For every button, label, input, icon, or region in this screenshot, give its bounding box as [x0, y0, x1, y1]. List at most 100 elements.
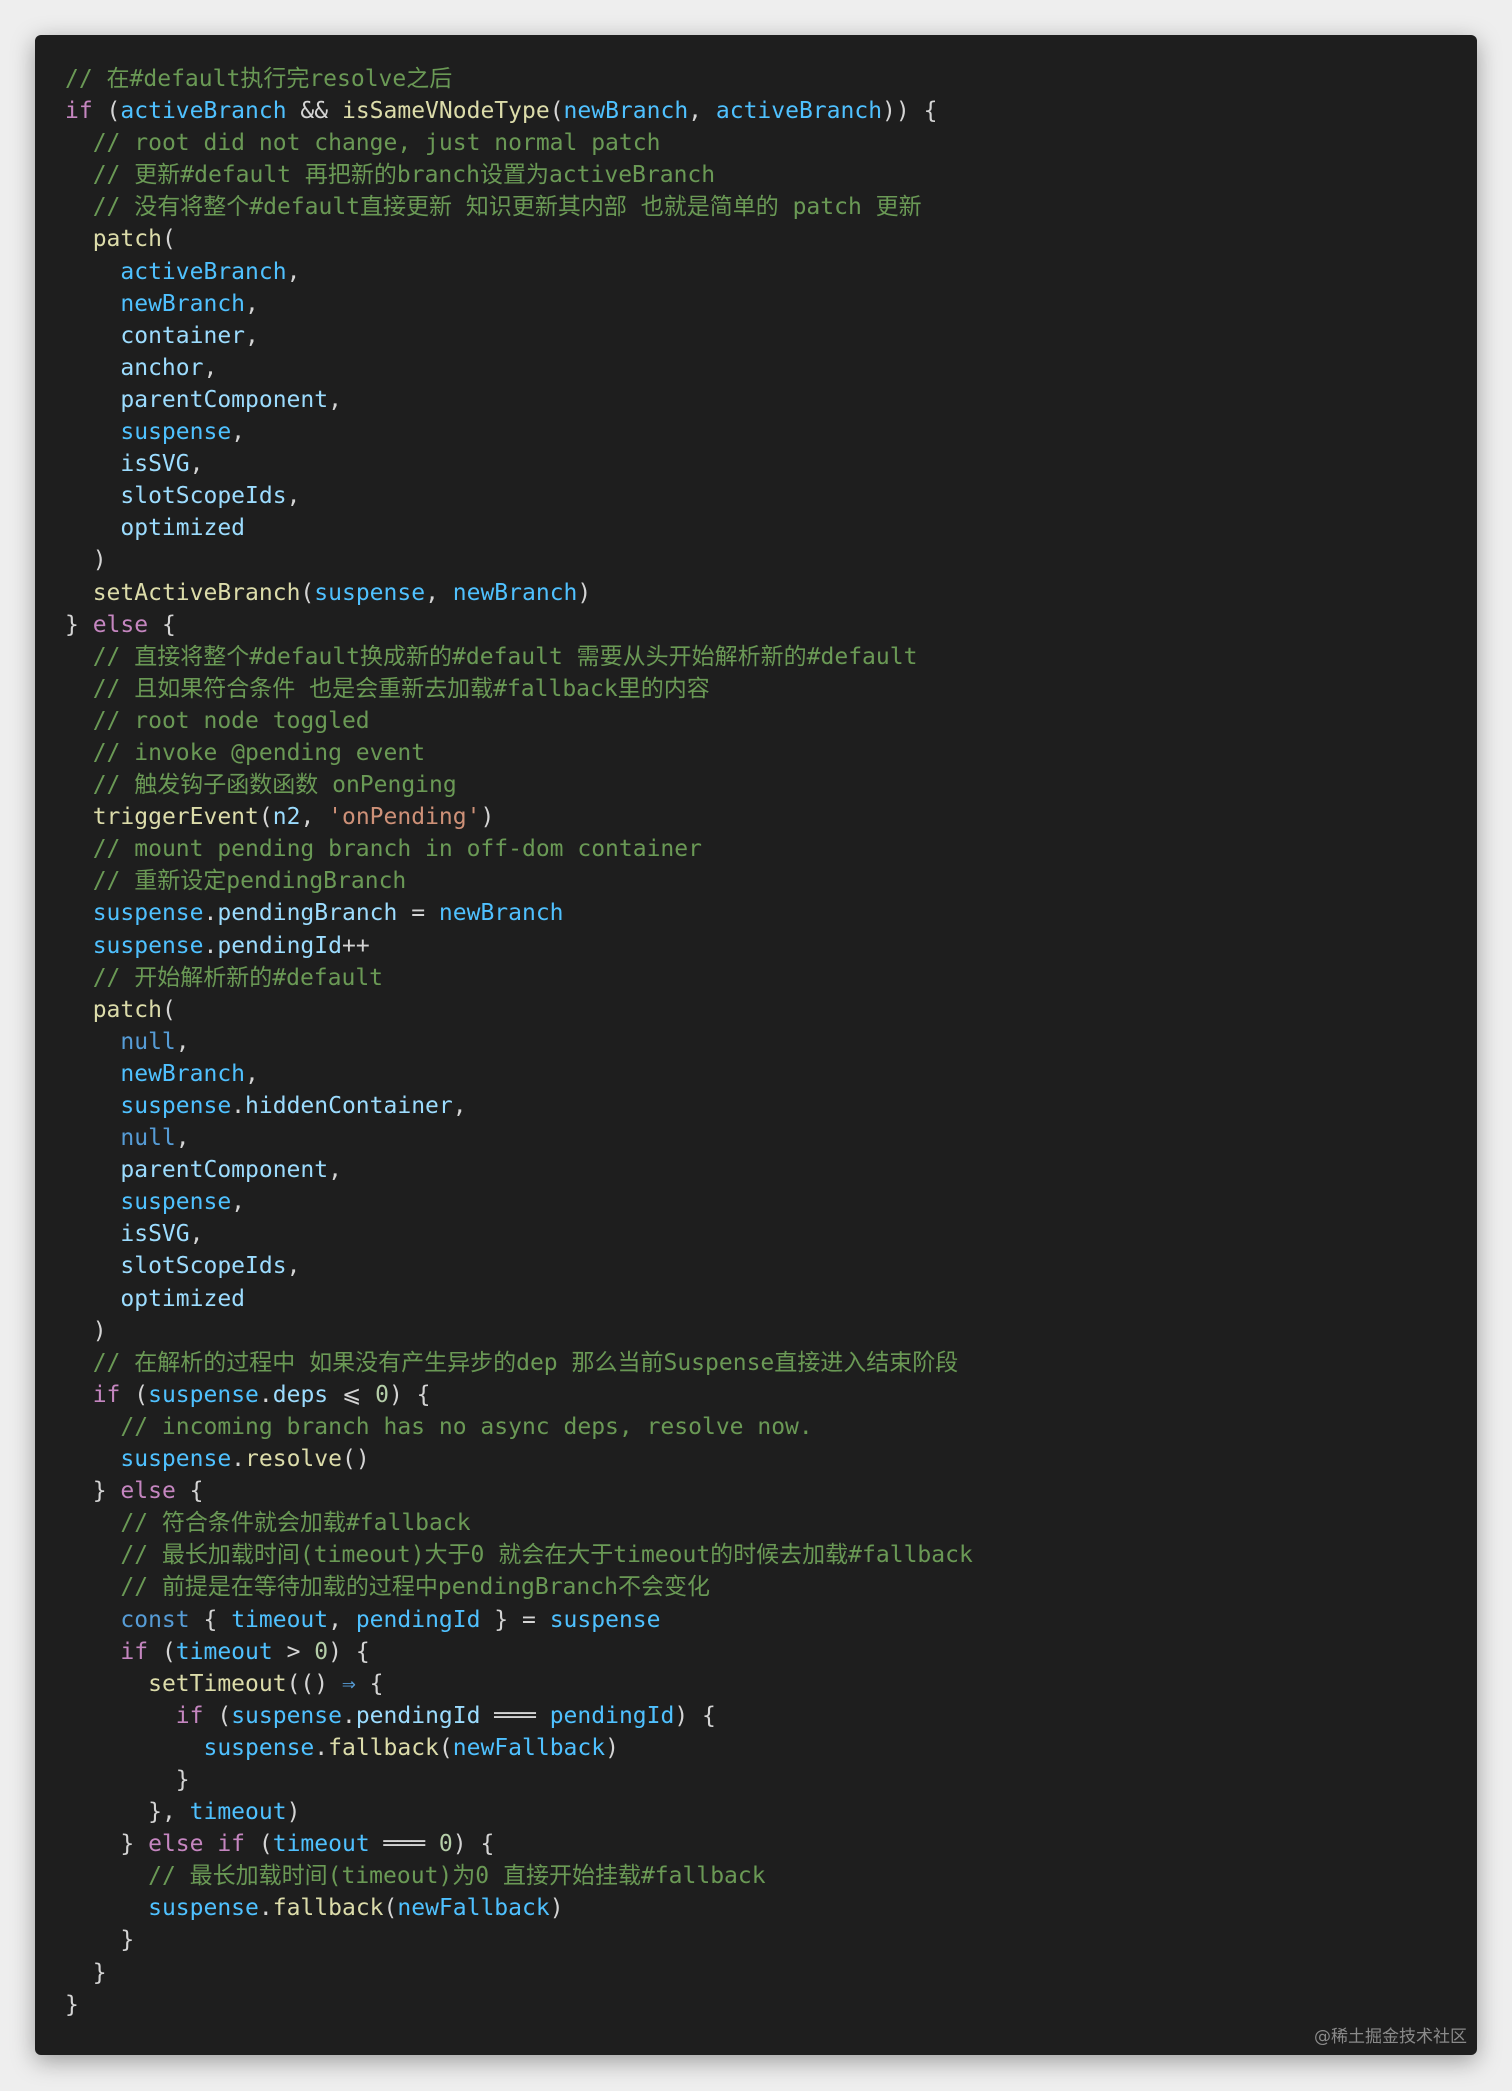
code-identifier: optimized	[120, 515, 246, 542]
code-punctuation: ,	[452, 1093, 467, 1119]
code-punctuation: } =	[480, 1606, 550, 1633]
code-punctuation: .	[258, 1895, 273, 1922]
code-punctuation: .	[314, 1734, 329, 1761]
code-line: // 重新设定pendingBranch	[65, 865, 973, 897]
code-comment: // 直接将整个#default换成新的#default 需要从头开始解析新的#…	[92, 643, 918, 670]
code-punctuation: ,	[300, 804, 329, 831]
code-punctuation: (	[148, 1638, 176, 1665]
code-punctuation: )	[549, 1895, 564, 1922]
code-punctuation: )	[286, 1799, 301, 1826]
code-line: } else if (timeout ═══ 0) {	[65, 1828, 973, 1860]
code-punctuation: (	[203, 1702, 232, 1729]
code-punctuation: ,	[328, 1157, 342, 1184]
code-identifier: deps	[272, 1381, 329, 1408]
code-line: suspense,	[65, 416, 973, 448]
code-punctuation: }	[65, 611, 93, 638]
code-punctuation: ,	[175, 1028, 190, 1055]
code-identifier: n2	[272, 804, 301, 831]
code-punctuation: .	[203, 932, 218, 959]
code-variable: timeout	[231, 1606, 329, 1633]
code-line: slotScopeIds,	[65, 1250, 973, 1282]
code-block: // 在#default执行完resolve之后 if (activeBranch…	[65, 63, 973, 2021]
code-punctuation: )	[577, 579, 592, 606]
code-variable: newBranch	[452, 579, 578, 606]
code-punctuation: {	[355, 1670, 384, 1697]
code-line: )	[65, 544, 973, 576]
code-punctuation: ,	[328, 1606, 356, 1633]
code-punctuation: }	[65, 1991, 79, 2018]
code-line: // 最长加载时间(timeout)为0 直接开始挂载#fallback	[65, 1860, 973, 1892]
code-line: // 在#default执行完resolve之后	[65, 63, 973, 95]
code-line: anchor,	[65, 352, 973, 384]
code-variable: suspense	[120, 1093, 232, 1119]
code-comment: // incoming branch has no async deps, re…	[120, 1413, 813, 1440]
code-variable: timeout	[175, 1638, 273, 1665]
code-punctuation: {	[189, 1606, 232, 1633]
code-identifier: isSVG	[120, 451, 190, 478]
code-card: // 在#default执行完resolve之后 if (activeBranch…	[35, 35, 1477, 2055]
code-punctuation: =	[397, 900, 439, 927]
code-punctuation: .	[231, 1446, 246, 1473]
code-line: }, timeout)	[65, 1796, 973, 1828]
code-comment: // 前提是在等待加载的过程中pendingBranch不会变化	[120, 1574, 710, 1601]
code-punctuation: ,	[245, 290, 259, 317]
code-line: isSVG,	[65, 1218, 973, 1250]
code-line: suspense.fallback(newFallback)	[65, 1892, 973, 1924]
code-line: // invoke @pending event	[65, 737, 973, 769]
code-line: } else {	[65, 609, 973, 641]
code-number: 0	[438, 1831, 453, 1858]
code-line: setTimeout(() ⇒ {	[65, 1668, 973, 1700]
code-identifier: pendingId	[217, 932, 342, 959]
code-function: setActiveBranch	[92, 579, 301, 606]
code-punctuation: )	[605, 1734, 619, 1761]
code-line: // 最长加载时间(timeout)大于0 就会在大于timeout的时候去加载…	[65, 1539, 972, 1571]
code-line: slotScopeIds,	[65, 480, 973, 512]
code-punctuation: ,	[286, 483, 301, 510]
code-line: }	[65, 1989, 973, 2021]
code-function: patch	[92, 996, 162, 1023]
code-line: // 符合条件就会加载#fallback	[65, 1507, 973, 1539]
code-punctuation: ,	[231, 419, 246, 446]
code-line: setActiveBranch(suspense, newBranch)	[65, 577, 973, 609]
code-line: )	[65, 1315, 973, 1347]
code-punctuation: (	[245, 1831, 273, 1858]
code-identifier: container	[120, 322, 246, 349]
code-punctuation: ,	[688, 98, 716, 125]
code-comment: // invoke @pending event	[92, 739, 426, 766]
code-line: null,	[65, 1026, 973, 1058]
code-keyword: else	[120, 1478, 176, 1505]
code-keyword: null	[120, 1028, 176, 1055]
code-line: suspense.fallback(newFallback)	[65, 1732, 973, 1764]
code-punctuation: )	[92, 1317, 107, 1344]
code-variable: activeBranch	[715, 98, 883, 125]
code-punctuation: (()	[286, 1670, 342, 1697]
code-variable: suspense	[203, 1734, 315, 1761]
code-comment: // root node toggled	[92, 707, 370, 734]
code-variable: suspense	[549, 1606, 661, 1633]
code-keyword: null	[120, 1125, 176, 1152]
code-line: // root node toggled	[65, 705, 973, 737]
code-line: isSVG,	[65, 448, 973, 480]
code-line: // 开始解析新的#default	[65, 962, 973, 994]
code-line: activeBranch,	[65, 256, 973, 288]
code-line: triggerEvent(n2, 'onPending')	[65, 801, 973, 833]
code-variable: newBranch	[563, 98, 689, 125]
code-punctuation: ═══	[480, 1702, 550, 1729]
code-line: // 在解析的过程中 如果没有产生异步的dep 那么当前Suspense直接进入…	[65, 1347, 973, 1379]
code-punctuation: ,	[189, 451, 204, 478]
code-punctuation: }	[92, 1959, 107, 1986]
watermark: @稀土掘金技术社区	[1314, 2027, 1467, 2047]
code-punctuation: ,	[175, 1125, 190, 1152]
code-function: setTimeout	[148, 1670, 287, 1697]
code-punctuation: ) {	[388, 1381, 431, 1408]
code-variable: pendingId	[549, 1702, 675, 1729]
code-variable: pendingId	[355, 1606, 481, 1633]
code-comment: // 且如果符合条件 也是会重新去加载#fallback里的内容	[92, 675, 710, 702]
code-variable: timeout	[189, 1799, 287, 1826]
code-line: // 没有将整个#default直接更新 知识更新其内部 也就是简单的 patc…	[65, 191, 973, 223]
code-variable: newFallback	[397, 1895, 550, 1922]
code-punctuation: }	[120, 1927, 135, 1954]
code-punctuation: }	[175, 1766, 190, 1793]
code-variable: suspense	[314, 579, 426, 606]
code-comment: // 没有将整个#default直接更新 知识更新其内部 也就是简单的 patc…	[92, 194, 922, 221]
